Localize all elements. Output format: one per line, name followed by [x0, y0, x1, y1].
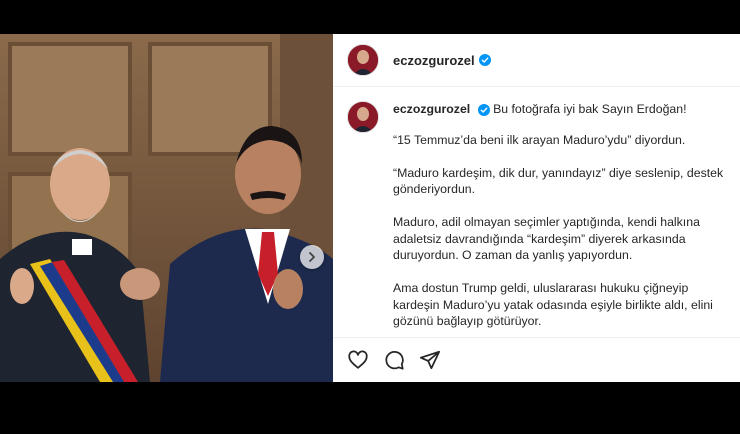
post-photo — [0, 34, 333, 382]
heart-icon[interactable] — [347, 349, 369, 371]
post-caption: eczozgurozel Bu fotoğrafa iyi bak Sayın … — [333, 87, 740, 346]
caption-line: “15 Temmuz’da beni ilk arayan Maduro’ydu… — [393, 132, 686, 147]
caption-text: eczozgurozel Bu fotoğrafa iyi bak Sayın … — [393, 101, 726, 346]
post-actions — [333, 337, 740, 382]
caption-username[interactable]: eczozgurozel — [393, 102, 470, 116]
caption-line: Maduro, adil olmayan seçimler yaptığında… — [393, 215, 700, 262]
comment-icon[interactable] — [383, 349, 405, 371]
post-details-panel: eczozgurozel eczozgurozel Bu fotoğrafa i… — [333, 34, 740, 382]
caption-line: “Maduro kardeşim, dik dur, yanındayız” d… — [393, 165, 724, 197]
paper-plane-icon[interactable] — [419, 349, 441, 371]
post-header: eczozgurozel — [333, 34, 740, 87]
chevron-right-icon — [307, 252, 317, 262]
carousel-next-button[interactable] — [300, 245, 324, 269]
caption-avatar[interactable] — [347, 101, 379, 133]
verified-badge-icon — [477, 103, 490, 116]
avatar[interactable] — [347, 44, 379, 76]
header-username[interactable]: eczozgurozel — [393, 53, 475, 68]
verified-badge-icon — [478, 54, 491, 66]
caption-line: Bu fotoğrafa iyi bak Sayın Erdoğan! — [493, 102, 687, 116]
caption-line: Ama dostun Trump geldi, uluslararası huk… — [393, 281, 713, 328]
